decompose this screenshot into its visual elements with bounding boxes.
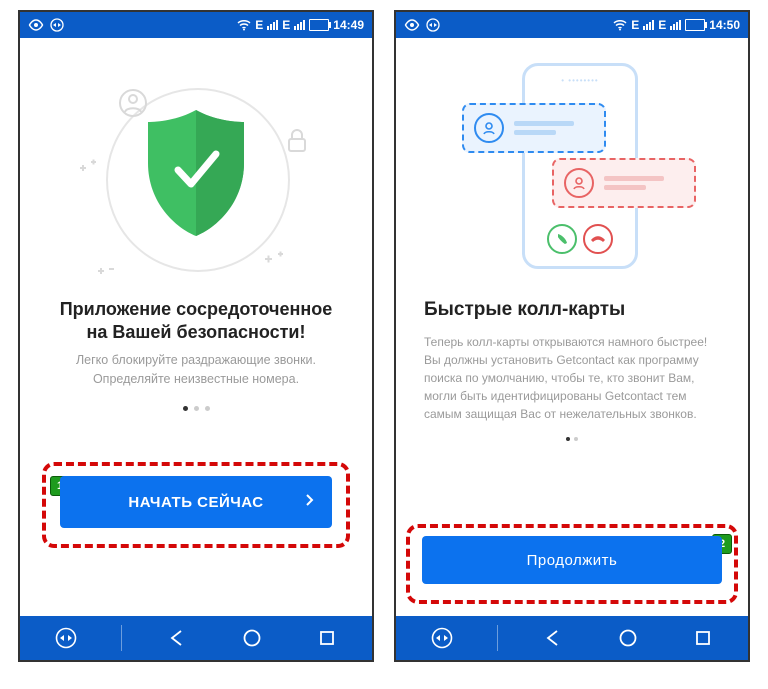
button-label: НАЧАТЬ СЕЙЧАС <box>128 494 263 511</box>
illustration-call-cards: • •••••••• <box>396 58 748 268</box>
onboarding-subtitle: Легко блокируйте раздражающие звонки. Оп… <box>20 351 372 389</box>
signal-icon <box>267 20 278 30</box>
continue-button[interactable]: Продолжить <box>422 536 722 584</box>
pager-dots <box>183 406 210 411</box>
navigation-bar <box>396 616 748 660</box>
eye-icon <box>28 19 44 31</box>
signal-icon-2 <box>294 20 305 30</box>
signal-icon-2 <box>670 20 681 30</box>
battery-icon <box>685 19 705 31</box>
onboarding-subtitle: Теперь колл-карты открываются намного бы… <box>396 333 748 423</box>
net-label-2: E <box>282 18 290 32</box>
sparkle-icon <box>96 264 116 278</box>
recent-apps-button[interactable] <box>307 630 347 646</box>
net-label-2: E <box>658 18 666 32</box>
user-icon <box>474 113 504 143</box>
teamviewer-icon <box>426 18 440 32</box>
phone-screen-left: E E 14:49 Приложен <box>18 10 374 662</box>
net-label: E <box>255 18 263 32</box>
sparkle-icon <box>262 250 286 268</box>
back-button[interactable] <box>533 629 573 647</box>
wifi-icon <box>237 19 251 31</box>
dot <box>183 406 188 411</box>
dot <box>205 406 210 411</box>
home-button[interactable] <box>232 628 272 648</box>
phone-screen-right: E E 14:50 • •••••••• <box>394 10 750 662</box>
shield-icon <box>144 108 248 238</box>
clock: 14:50 <box>709 18 740 32</box>
caller-card-red <box>552 158 696 208</box>
recent-apps-button[interactable] <box>683 630 723 646</box>
sparkle-icon <box>76 158 100 178</box>
decline-call-icon <box>583 224 613 254</box>
start-now-button[interactable]: НАЧАТЬ СЕЙЧАС <box>60 476 332 528</box>
clock: 14:49 <box>333 18 364 32</box>
pager-dots <box>566 437 578 441</box>
dot <box>566 437 570 441</box>
status-bar: E E 14:50 <box>396 12 748 38</box>
teamviewer-icon <box>50 18 64 32</box>
net-label: E <box>631 18 639 32</box>
dot <box>574 437 578 441</box>
home-button[interactable] <box>608 628 648 648</box>
lock-icon <box>286 128 308 154</box>
onboarding-title: Быстрые колл-карты <box>396 268 748 333</box>
accept-call-icon <box>547 224 577 254</box>
chevron-right-icon <box>305 493 314 511</box>
caller-card-blue <box>462 103 606 153</box>
eye-icon <box>404 19 420 31</box>
signal-icon <box>643 20 654 30</box>
onboarding-content: Приложение сосредоточенное на Вашей безо… <box>20 38 372 616</box>
navigation-bar <box>20 616 372 660</box>
illustration-shield <box>20 68 372 288</box>
wifi-icon <box>613 19 627 31</box>
battery-icon <box>309 19 329 31</box>
teamviewer-nav-icon[interactable] <box>422 627 462 649</box>
user-icon <box>564 168 594 198</box>
button-label: Продолжить <box>527 552 618 569</box>
back-button[interactable] <box>157 629 197 647</box>
teamviewer-nav-icon[interactable] <box>46 627 86 649</box>
status-bar: E E 14:49 <box>20 12 372 38</box>
onboarding-content: • •••••••• <box>396 38 748 616</box>
dot <box>194 406 199 411</box>
onboarding-title: Приложение сосредоточенное на Вашей безо… <box>20 288 372 351</box>
